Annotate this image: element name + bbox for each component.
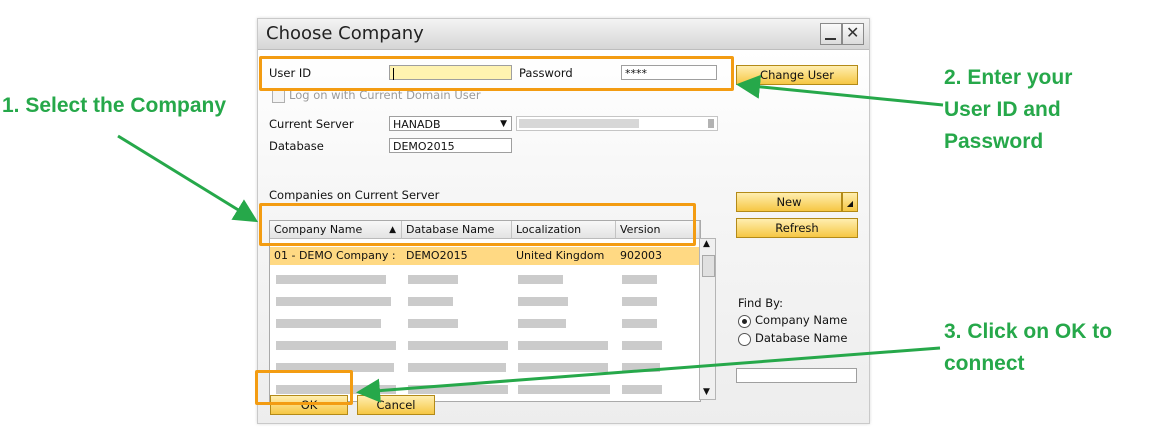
arrow-step2 <box>736 74 944 107</box>
arrow-step3 <box>356 346 941 403</box>
arrow-step1 <box>117 134 259 223</box>
annotation-arrows <box>117 74 944 403</box>
